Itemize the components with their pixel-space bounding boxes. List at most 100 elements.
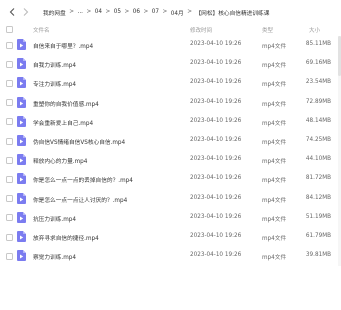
file-row[interactable]: 你是怎么一点一点让人讨厌的？.mp4 2023-04-10 19:26 mp4文件 8… <box>0 190 341 208</box>
file-row[interactable]: 重塑你的自我价值感.mp4 2023-04-10 19:26 mp4文件 72.89M… <box>0 94 341 112</box>
file-row[interactable]: 抗压力训练.mp4 2023-04-10 19:26 mp4文件 51.19MB <box>0 209 341 227</box>
file-size: 72.89MB <box>305 98 331 105</box>
file-row[interactable]: 专注力训练.mp4 2023-04-10 19:26 mp4文件 23.54MB <box>0 74 341 92</box>
chevron-left-icon[interactable] <box>5 2 19 22</box>
breadcrumb-item[interactable]: 07 <box>150 9 161 15</box>
video-file-icon <box>17 250 26 262</box>
top-bar: 我的网盘 >... >04 >05 >06 >07 >04月 > 【网松】核心自信精进训练课 <box>0 0 341 24</box>
column-header-type[interactable]: 类型 <box>262 26 273 34</box>
file-name[interactable]: 你是怎么一点一点的丢掉自信的？.mp4 <box>33 175 133 184</box>
file-type: mp4文件 <box>262 140 287 146</box>
video-file-icon <box>17 154 26 166</box>
file-modified-time: 2023-04-10 19:26 <box>190 41 242 47</box>
video-file-icon <box>17 135 26 146</box>
breadcrumb-separator: > <box>187 9 192 15</box>
file-row[interactable]: 察觉力训练.mp4 2023-04-10 19:26 mp4文件 39.81MB <box>0 247 341 265</box>
file-type: mp4文件 <box>262 63 287 70</box>
select-all-checkbox[interactable] <box>6 26 13 33</box>
row-checkbox[interactable] <box>6 195 13 203</box>
video-file-icon <box>17 192 26 204</box>
breadcrumb-item[interactable]: 06 <box>131 9 142 15</box>
file-list-header: 文件名 修改时间 类型 大小 <box>0 24 341 36</box>
file-size: 51.19MB <box>305 213 331 220</box>
file-size: 84.12MB <box>305 194 331 201</box>
video-file-icon <box>17 173 26 185</box>
file-row[interactable]: 学会重新爱上自己.mp4 2023-04-10 19:26 mp4文件 48.14MB <box>0 113 341 131</box>
file-row[interactable]: 释放内心的力量.mp4 2023-04-10 19:26 mp4文件 44.10MB <box>0 151 341 169</box>
chevron-right-icon[interactable] <box>19 2 33 22</box>
row-checkbox[interactable] <box>6 214 13 222</box>
file-size: 85.11MB <box>305 41 331 47</box>
breadcrumb-item[interactable]: 04 <box>93 9 104 15</box>
row-checkbox[interactable] <box>6 175 13 183</box>
file-name[interactable]: 你是怎么一点一点让人讨厌的？.mp4 <box>33 195 127 204</box>
file-name[interactable]: 伪自信VS情绪自信VS核心自信.mp4 <box>33 137 125 146</box>
breadcrumb-item[interactable]: 我的网盘 <box>41 8 68 17</box>
file-type: mp4文件 <box>262 159 287 166</box>
file-modified-time: 2023-04-10 19:26 <box>190 117 242 124</box>
row-checkbox[interactable] <box>6 79 13 87</box>
video-file-icon <box>17 58 26 70</box>
breadcrumb-separator: > <box>105 9 111 15</box>
file-modified-time: 2023-04-10 19:26 <box>190 60 242 67</box>
breadcrumb-separator: > <box>162 9 168 15</box>
file-name[interactable]: 专注力训练.mp4 <box>33 79 76 88</box>
file-modified-time: 2023-04-10 19:26 <box>190 79 242 86</box>
file-type: mp4文件 <box>262 44 287 50</box>
file-modified-time: 2023-04-10 19:26 <box>190 213 242 220</box>
file-name[interactable]: 自我力训练.mp4 <box>33 60 76 69</box>
breadcrumb-separator: > <box>69 9 75 15</box>
file-row[interactable]: 伪自信VS情绪自信VS核心自信.mp4 2023-04-10 19:26 mp4文件… <box>0 132 341 150</box>
breadcrumb-item[interactable]: 05 <box>112 9 123 15</box>
file-name[interactable]: 学会重新爱上自己.mp4 <box>33 118 93 127</box>
file-size: 44.10MB <box>305 156 331 163</box>
file-modified-time: 2023-04-10 19:26 <box>190 252 242 259</box>
file-modified-time: 2023-04-10 19:26 <box>190 194 242 201</box>
breadcrumb-item[interactable]: ... <box>76 9 85 15</box>
file-modified-time: 2023-04-10 19:26 <box>190 98 242 105</box>
row-checkbox[interactable] <box>6 233 13 241</box>
file-type: mp4文件 <box>262 216 287 223</box>
file-size: 69.16MB <box>305 60 331 67</box>
breadcrumb-separator: > <box>124 9 130 15</box>
breadcrumb-separator: > <box>143 9 149 15</box>
file-row[interactable]: 自我力训练.mp4 2023-04-10 19:26 mp4文件 69.16MB <box>0 55 341 73</box>
file-type: mp4文件 <box>262 120 287 127</box>
file-type: mp4文件 <box>262 255 287 262</box>
column-header-name[interactable]: 文件名 <box>33 26 50 34</box>
row-checkbox[interactable] <box>6 60 13 68</box>
file-type: mp4文件 <box>262 197 287 204</box>
video-file-icon <box>17 211 26 223</box>
row-checkbox[interactable] <box>6 252 13 260</box>
video-file-icon <box>17 115 26 127</box>
breadcrumb-item[interactable]: 【网松】核心自信精进训练课 <box>193 8 271 17</box>
row-checkbox[interactable] <box>6 41 13 49</box>
file-type: mp4文件 <box>262 236 287 242</box>
file-row[interactable]: 你是怎么一点一点的丢掉自信的？.mp4 2023-04-10 19:26 mp4文件… <box>0 170 341 188</box>
row-checkbox[interactable] <box>6 99 13 107</box>
file-modified-time: 2023-04-10 19:26 <box>190 175 242 182</box>
file-name[interactable]: 重塑你的自我价值感.mp4 <box>33 99 99 108</box>
file-size: 39.81MB <box>305 252 331 259</box>
file-name[interactable]: 察觉力训练.mp4 <box>33 252 76 261</box>
file-size: 23.54MB <box>305 79 331 86</box>
row-checkbox[interactable] <box>6 137 13 145</box>
row-checkbox[interactable] <box>6 118 13 126</box>
file-modified-time: 2023-04-10 19:26 <box>190 233 242 239</box>
file-row[interactable]: 放弃寻求自信的捷径.mp4 2023-04-10 19:26 mp4文件 61.79M… <box>0 228 341 246</box>
file-name[interactable]: 自信来自于哪里？.mp4 <box>33 41 93 50</box>
column-header-time[interactable]: 修改时间 <box>190 26 212 34</box>
file-name[interactable]: 放弃寻求自信的捷径.mp4 <box>33 233 99 242</box>
file-type: mp4文件 <box>262 101 287 108</box>
file-name[interactable]: 释放内心的力量.mp4 <box>33 156 87 165</box>
file-row[interactable]: 自信来自于哪里？.mp4 2023-04-10 19:26 mp4文件 85.11MB <box>0 36 341 54</box>
column-header-size[interactable]: 大小 <box>309 26 320 34</box>
file-size: 74.25MB <box>305 137 331 143</box>
row-checkbox[interactable] <box>6 156 13 164</box>
breadcrumb-item[interactable]: 04月 <box>169 8 186 17</box>
breadcrumb-separator: > <box>86 9 92 15</box>
breadcrumb: 我的网盘 >... >04 >05 >06 >07 >04月 > 【网松】核心自信精进训练课 <box>41 8 271 17</box>
video-file-icon <box>17 96 26 108</box>
file-size: 81.72MB <box>305 175 331 182</box>
file-name[interactable]: 抗压力训练.mp4 <box>33 214 76 223</box>
